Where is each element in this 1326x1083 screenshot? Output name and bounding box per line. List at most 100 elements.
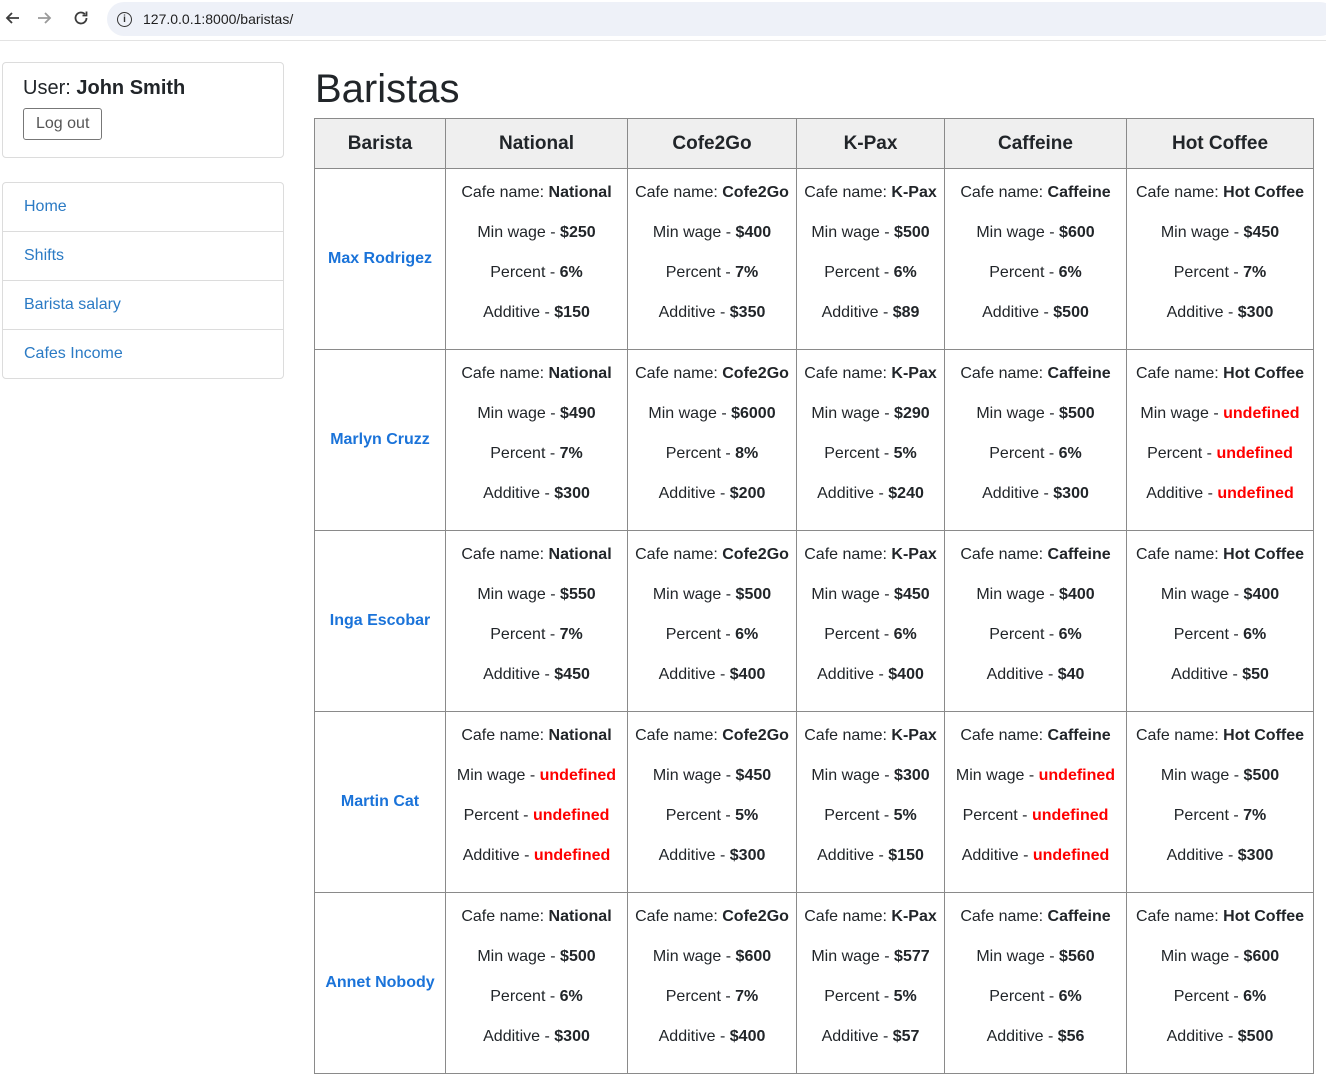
barista-link[interactable]: Marlyn Cruzz: [330, 431, 430, 448]
percent-label: Percent -: [490, 988, 560, 1005]
sidebar-item-cafes-income[interactable]: Cafes Income: [3, 330, 283, 378]
additive-value: $500: [1053, 304, 1089, 321]
min-wage-value: $450: [1243, 224, 1280, 241]
min-wage-label: Min wage -: [652, 948, 736, 965]
min-wage-value: $6000: [731, 405, 776, 422]
percent-line: Percent - 6%: [945, 253, 1126, 293]
percent-value: 6%: [1243, 988, 1267, 1005]
min-wage-line: Min wage - $290: [797, 394, 944, 434]
additive-value: $240: [888, 485, 924, 502]
address-bar[interactable]: i 127.0.0.1:8000/baristas/: [107, 2, 1326, 36]
forward-arrow-icon[interactable]: [33, 6, 57, 30]
cafe-name-label: Cafe name:: [960, 365, 1044, 382]
percent-label: Percent -: [962, 807, 1032, 824]
cafe-name-label: Cafe name:: [804, 546, 887, 563]
percent-line: Percent - 6%: [1127, 615, 1313, 655]
additive-line: Additive - $300: [1127, 836, 1313, 876]
additive-value: $400: [888, 666, 924, 683]
cafe-name-label: Cafe name:: [1135, 365, 1219, 382]
cafe-name-line: Cafe name: K-Pax: [797, 535, 944, 575]
percent-label: Percent -: [824, 807, 894, 824]
table-row: Max Rodrigez Cafe name: National Min wage …: [314, 168, 1314, 350]
additive-value: undefined: [1032, 847, 1110, 864]
barista-link[interactable]: Annet Nobody: [325, 974, 434, 991]
additive-line: Additive - $40: [945, 655, 1126, 695]
cafe-info-cell: Cafe name: K-Pax Min wage - $577 Percent -…: [796, 892, 945, 1074]
additive-line: Additive - $350: [628, 293, 796, 333]
sidebar-item-shifts[interactable]: Shifts: [3, 232, 283, 281]
reload-icon[interactable]: [69, 6, 93, 30]
min-wage-line: Min wage - $400: [628, 213, 796, 253]
cafe-name-value: Caffeine: [1047, 908, 1111, 925]
site-info-icon[interactable]: i: [117, 11, 132, 27]
cafe-name-line: Cafe name: K-Pax: [797, 173, 944, 213]
cafe-info-cell: Cafe name: Caffeine Min wage - $600 Percen…: [944, 168, 1127, 350]
additive-line: Additive - $300: [628, 836, 796, 876]
percent-label: Percent -: [989, 626, 1059, 643]
barista-link[interactable]: Max Rodrigez: [328, 250, 432, 267]
min-wage-label: Min wage -: [976, 405, 1060, 422]
sidebar-item-barista-salary[interactable]: Barista salary: [3, 281, 283, 330]
percent-value: 5%: [735, 807, 759, 824]
table-row: Marlyn Cruzz Cafe name: National Min wage …: [314, 349, 1314, 531]
cafe-name-line: Cafe name: Hot Coffee: [1127, 354, 1313, 394]
cafe-info-cell: Cafe name: Cofe2Go Min wage - $400 Percent…: [627, 168, 797, 350]
percent-value: 6%: [1058, 988, 1082, 1005]
min-wage-value: $300: [894, 767, 930, 784]
min-wage-value: $290: [894, 405, 930, 422]
logout-button[interactable]: Log out: [23, 108, 103, 140]
percent-label: Percent -: [665, 445, 736, 462]
cafe-name-value: K-Pax: [891, 908, 937, 925]
percent-line: Percent - 6%: [446, 977, 627, 1017]
min-wage-line: Min wage - $500: [1127, 756, 1313, 796]
min-wage-label: Min wage -: [477, 405, 561, 422]
browser-toolbar: i 127.0.0.1:8000/baristas/: [0, 0, 1326, 41]
barista-link[interactable]: Inga Escobar: [330, 612, 430, 629]
cafe-info-cell: Cafe name: K-Pax Min wage - $290 Percent -…: [796, 349, 945, 531]
cafe-name-label: Cafe name:: [461, 908, 545, 925]
min-wage-line: Min wage - undefined: [945, 756, 1126, 796]
cafe-name-value: Caffeine: [1047, 546, 1111, 563]
barista-cell: Marlyn Cruzz: [314, 349, 446, 531]
additive-line: Additive - $56: [945, 1017, 1126, 1057]
cafe-name-label: Cafe name:: [804, 365, 887, 382]
barista-link[interactable]: Martin Cat: [341, 793, 419, 810]
cafe-info: Cafe name: National Min wage - $500 Percen…: [446, 897, 627, 1057]
cafe-name-value: National: [548, 184, 612, 201]
min-wage-line: Min wage - $577: [797, 937, 944, 977]
min-wage-line: Min wage - $6000: [628, 394, 796, 434]
cafe-name-label: Cafe name:: [1135, 546, 1219, 563]
sidebar-item-home[interactable]: Home: [3, 183, 283, 232]
min-wage-value: $450: [735, 767, 772, 784]
additive-label: Additive -: [1146, 485, 1218, 502]
back-arrow-icon[interactable]: [0, 6, 24, 30]
min-wage-value: undefined: [1038, 767, 1116, 784]
min-wage-line: Min wage - $450: [628, 756, 796, 796]
percent-value: 6%: [559, 988, 583, 1005]
percent-label: Percent -: [989, 445, 1059, 462]
table-body: Max Rodrigez Cafe name: National Min wage …: [314, 168, 1314, 1074]
url-text[interactable]: 127.0.0.1:8000/baristas/: [143, 11, 293, 27]
cafe-name-value: Cofe2Go: [722, 365, 789, 382]
min-wage-line: Min wage - $500: [945, 394, 1126, 434]
cafe-info: Cafe name: K-Pax Min wage - $577 Percent -…: [797, 897, 944, 1057]
min-wage-label: Min wage -: [477, 948, 561, 965]
min-wage-line: Min wage - $250: [446, 213, 627, 253]
additive-line: Additive - $200: [628, 474, 796, 514]
cafe-name-value: Cofe2Go: [722, 727, 789, 744]
min-wage-value: $400: [1243, 586, 1280, 603]
min-wage-label: Min wage -: [976, 948, 1060, 965]
cafe-name-line: Cafe name: Caffeine: [945, 716, 1126, 756]
table-header-row: Barista National Cofe2Go K-Pax Caffeine …: [314, 118, 1314, 169]
cafe-info-cell: Cafe name: National Min wage - $490 Percen…: [445, 349, 628, 531]
percent-line: Percent - 7%: [628, 253, 796, 293]
additive-value: $150: [888, 847, 924, 864]
min-wage-line: Min wage - $600: [1127, 937, 1313, 977]
additive-label: Additive -: [986, 1028, 1058, 1045]
cafe-info: Cafe name: Cofe2Go Min wage - $450 Percent…: [628, 716, 796, 876]
cafe-info-cell: Cafe name: Caffeine Min wage - undefined P…: [944, 711, 1127, 893]
cafe-name-label: Cafe name:: [804, 184, 887, 201]
cafe-name-label: Cafe name:: [804, 727, 887, 744]
cafe-name-value: Hot Coffee: [1223, 365, 1305, 382]
cafe-name-line: Cafe name: Cofe2Go: [628, 897, 796, 937]
